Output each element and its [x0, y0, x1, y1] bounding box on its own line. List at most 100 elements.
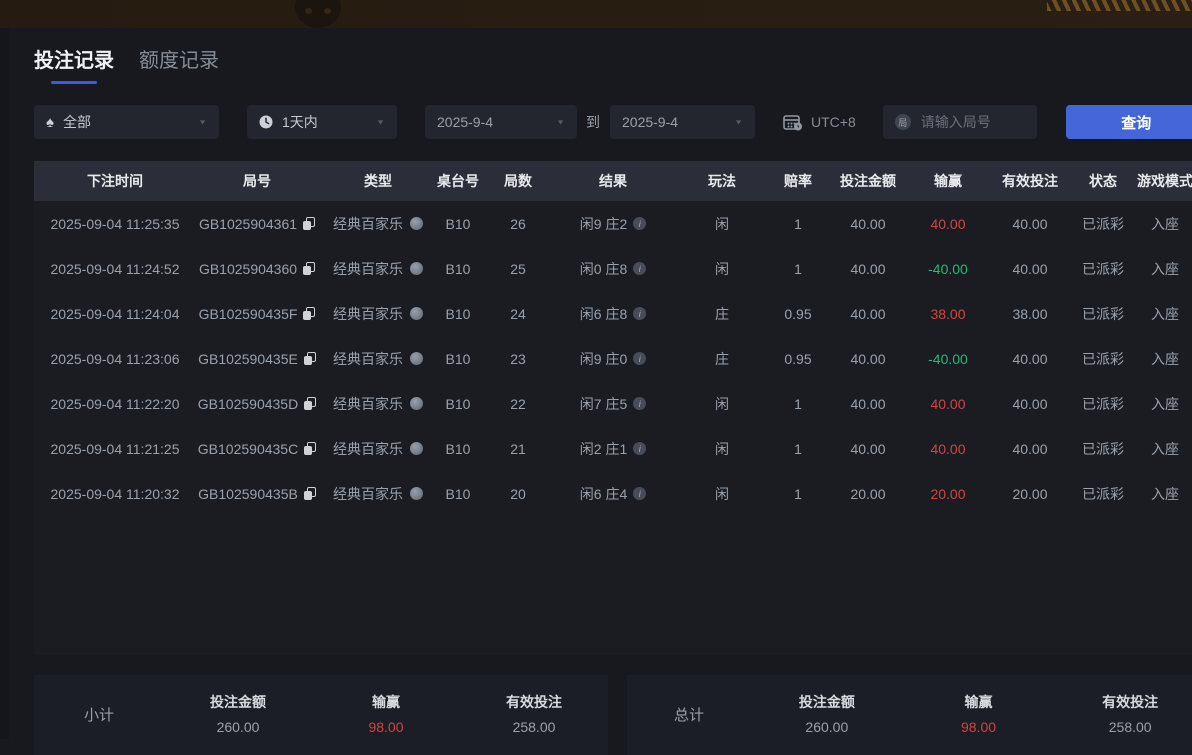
- result-detail-icon[interactable]: i: [633, 217, 647, 230]
- total-valid-group: 有效投注 258.00: [1054, 675, 1192, 735]
- cell-round_id: GB102590435B: [196, 471, 318, 516]
- play-value: 闲: [715, 395, 729, 412]
- round-number-input[interactable]: [918, 113, 1025, 131]
- copy-icon[interactable]: [303, 487, 316, 500]
- column-header: 状态: [1089, 173, 1117, 189]
- odds-value: 1: [794, 485, 802, 502]
- copy-icon[interactable]: [303, 217, 316, 230]
- subtotal-bet-group: 投注金额 260.00: [164, 675, 312, 735]
- odds-value: 1: [794, 440, 802, 457]
- cell-round_no: 26: [478, 201, 558, 246]
- result-value: 闲6 庄4: [579, 485, 628, 502]
- cell-type: 经典百家乐: [318, 246, 438, 291]
- cell-mode: 入座: [1126, 291, 1192, 336]
- bet-value: 20.00: [850, 485, 886, 502]
- cell-bet: 20.00: [820, 471, 916, 516]
- table-row: 2025-09-04 11:20:32 GB102590435B 经典百家乐 B10 2…: [34, 471, 1192, 516]
- spade-icon: ♠: [46, 113, 54, 131]
- gold-stripes-decoration: [1047, 0, 1192, 11]
- total-bet-label: 投注金额: [798, 694, 855, 710]
- round_no-value: 22: [510, 395, 526, 412]
- time-range-dropdown[interactable]: 1天内 ▼: [247, 105, 397, 139]
- column-header: 投注金额: [840, 173, 896, 189]
- total-valid-value: 258.00: [1108, 719, 1152, 735]
- odds-value: 1: [794, 395, 802, 412]
- type-indicator-icon: [410, 352, 423, 365]
- bet-value: 40.00: [850, 260, 886, 277]
- cell-type: 经典百家乐: [318, 426, 438, 471]
- column-header: 类型: [364, 173, 392, 189]
- result-detail-icon[interactable]: i: [633, 262, 647, 275]
- cell-round_no: 20: [478, 471, 558, 516]
- cell-table_no: B10: [438, 246, 478, 291]
- bet-value: 40.00: [850, 440, 886, 457]
- round_no-value: 20: [510, 485, 526, 502]
- result-detail-icon[interactable]: i: [633, 487, 647, 500]
- cell-bet: 40.00: [820, 381, 916, 426]
- cell-round_id: GB1025904361: [196, 201, 318, 246]
- query-button[interactable]: 查询: [1065, 105, 1192, 139]
- table_no-value: B10: [445, 485, 471, 502]
- cell-mode: 入座: [1126, 246, 1192, 291]
- game-type-dropdown[interactable]: ♠ 全部 ▼: [34, 105, 219, 139]
- cell-valid_bet: 20.00: [980, 471, 1080, 516]
- type-value: 经典百家乐: [333, 215, 403, 232]
- bet-value: 40.00: [850, 395, 886, 412]
- type-value: 经典百家乐: [333, 440, 403, 457]
- copy-icon[interactable]: [303, 307, 316, 320]
- type-indicator-icon: [410, 487, 423, 500]
- betting-records-page: { "colors": { "accent_blue": "#4466d8", …: [0, 0, 1192, 755]
- tab-quota-records[interactable]: 额度记录: [139, 44, 219, 84]
- total-label: 总计: [673, 707, 704, 724]
- time-value: 2025-09-04 11:21:25: [50, 440, 180, 457]
- timezone-indicator[interactable]: UTC+8: [783, 114, 856, 131]
- cell-round_id: GB102590435D: [196, 381, 318, 426]
- total-winloss-value: 98.00: [960, 719, 997, 735]
- cell-time: 2025-09-04 11:20:32: [34, 471, 196, 516]
- filter-bar: ♠ 全部 ▼ 1天内 ▼ 2025-9-4 ▼ 到 2025-9-4 ▼ UTC…: [34, 105, 1192, 139]
- cell-result: 闲7 庄5 i: [558, 381, 668, 426]
- time-value: 2025-09-04 11:23:06: [50, 350, 180, 367]
- table_no-value: B10: [445, 215, 471, 232]
- status-value: 已派彩: [1082, 260, 1124, 277]
- chevron-down-icon: ▼: [556, 118, 565, 126]
- cell-odds: 1: [776, 381, 820, 426]
- cell-table_no: B10: [438, 336, 478, 381]
- result-detail-icon[interactable]: i: [633, 307, 647, 320]
- subtotal-valid-label: 有效投注: [506, 694, 562, 710]
- table-row: 2025-09-04 11:24:04 GB102590435F 经典百家乐 B10 2…: [34, 291, 1192, 336]
- date-to-dropdown[interactable]: 2025-9-4 ▼: [610, 105, 755, 139]
- copy-icon[interactable]: [304, 397, 317, 410]
- win_loss-value: 40.00: [930, 440, 966, 457]
- column-header: 桌台号: [437, 173, 479, 189]
- result-value: 闲9 庄2: [579, 215, 628, 232]
- date-from-dropdown[interactable]: 2025-9-4 ▼: [425, 105, 577, 139]
- tab-betting-records[interactable]: 投注记录: [34, 44, 114, 84]
- cell-mode: 入座: [1126, 381, 1192, 426]
- win_loss-value: -40.00: [928, 350, 968, 367]
- cell-result: 闲0 庄8 i: [558, 246, 668, 291]
- bet-value: 40.00: [850, 305, 886, 322]
- cell-win_loss: 20.00: [916, 471, 980, 516]
- total-winloss-label: 输赢: [964, 694, 993, 710]
- copy-icon[interactable]: [304, 442, 317, 455]
- type-value: 经典百家乐: [333, 350, 403, 367]
- copy-icon[interactable]: [303, 262, 316, 275]
- result-detail-icon[interactable]: i: [633, 442, 647, 455]
- win_loss-value: -40.00: [928, 260, 968, 277]
- valid_bet-value: 40.00: [1012, 215, 1048, 232]
- result-detail-icon[interactable]: i: [633, 352, 647, 365]
- type-indicator-icon: [410, 262, 423, 275]
- round-number-search[interactable]: 局: [882, 105, 1037, 139]
- round_id-value: GB102590435C: [197, 440, 299, 457]
- cell-time: 2025-09-04 11:24:52: [34, 246, 196, 291]
- copy-icon[interactable]: [303, 352, 316, 365]
- result-detail-icon[interactable]: i: [633, 397, 647, 410]
- type-value: 经典百家乐: [333, 260, 403, 277]
- chevron-down-icon: ▼: [376, 118, 385, 126]
- timezone-label: UTC+8: [811, 114, 856, 130]
- column-header: 局数: [504, 173, 532, 189]
- background-game-strip: [0, 0, 1192, 28]
- cell-mode: 入座: [1126, 426, 1192, 471]
- total-valid-label: 有效投注: [1102, 694, 1159, 710]
